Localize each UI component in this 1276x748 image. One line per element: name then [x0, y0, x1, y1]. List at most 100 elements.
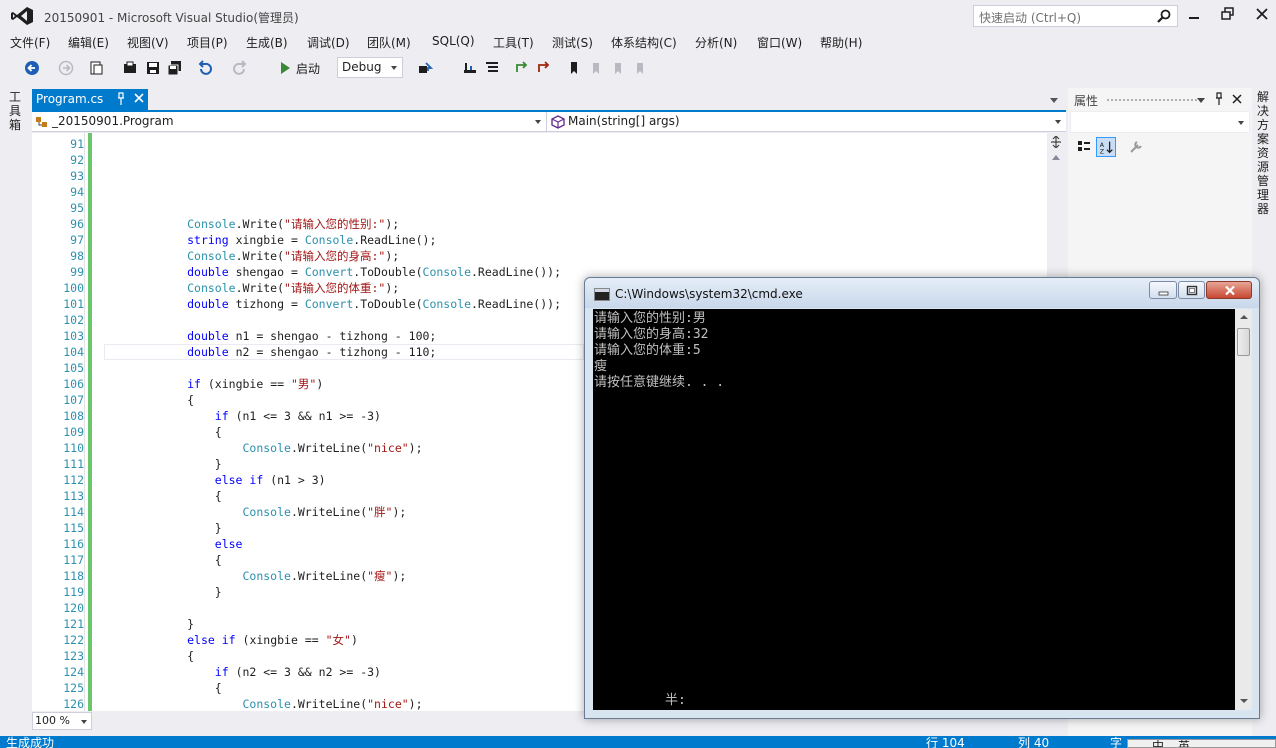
zoom-select[interactable]: 100 % — [32, 712, 92, 730]
next-bookmark-icon[interactable] — [610, 60, 626, 76]
menu-analyze[interactable]: 分析(N) — [695, 34, 737, 51]
attach-icon[interactable] — [417, 60, 433, 76]
menu-debug[interactable]: 调试(D) — [307, 34, 350, 51]
member-combo[interactable]: Main(string[] args) — [548, 112, 1066, 131]
categorized-icon[interactable] — [1074, 137, 1094, 157]
chevron-down-icon — [535, 120, 541, 124]
menu-help[interactable]: 帮助(H) — [820, 34, 862, 51]
console-vertical-scrollbar[interactable] — [1235, 309, 1252, 710]
code-line: { — [104, 425, 222, 439]
bookmark-icon[interactable] — [566, 60, 582, 76]
console-minimize-button[interactable] — [1149, 281, 1177, 299]
menu-view[interactable]: 视图(V) — [127, 34, 169, 51]
change-tracking-bar — [88, 133, 92, 711]
prev-bookmark-icon[interactable] — [588, 60, 604, 76]
line-number: 111 — [63, 457, 84, 471]
code-line: Console.WriteLine("瘦"); — [242, 569, 407, 583]
pin-icon[interactable] — [1214, 92, 1224, 106]
menu-tools[interactable]: 工具(T) — [493, 34, 534, 51]
line-number: 108 — [63, 409, 84, 423]
ime-english[interactable]: 英 — [1178, 740, 1190, 747]
menu-edit[interactable]: 编辑(E) — [68, 34, 109, 51]
panel-grip[interactable] — [1106, 98, 1198, 103]
string-token: "请输入您的身高:" — [284, 249, 386, 263]
line-number: 126 — [63, 697, 84, 711]
line-number: 119 — [63, 585, 84, 599]
scroll-up-icon[interactable] — [1052, 155, 1060, 160]
class-combo[interactable]: _20150901.Program — [32, 112, 547, 131]
menu-team[interactable]: 团队(M) — [367, 34, 411, 51]
minimize-icon[interactable] — [1186, 6, 1202, 22]
menu-build[interactable]: 生成(B) — [246, 34, 288, 51]
code-line: string xingbie = Console.ReadLine(); — [187, 233, 437, 247]
menu-test[interactable]: 测试(S) — [552, 34, 593, 51]
tab-program-cs[interactable]: Program.cs — [32, 89, 148, 110]
properties-object-select[interactable] — [1070, 111, 1250, 133]
line-number: 103 — [63, 329, 84, 343]
code-line: double shengao = Convert.ToDouble(Consol… — [187, 265, 562, 279]
quick-launch-input[interactable]: 快速启动 (Ctrl+Q) — [973, 5, 1178, 27]
property-pages-icon[interactable] — [1126, 137, 1146, 157]
menu-file[interactable]: 文件(F) — [10, 34, 50, 51]
start-debugging-icon[interactable] — [277, 60, 293, 76]
gutter-separator — [84, 133, 85, 711]
line-number: 110 — [63, 441, 84, 455]
step-over-icon[interactable] — [536, 60, 552, 76]
alphabetical-icon[interactable]: AZ — [1096, 137, 1116, 157]
menu-sql[interactable]: SQL(Q) — [432, 34, 475, 48]
console-line: 瘦 — [594, 359, 608, 374]
ime-chinese[interactable]: 中 — [1152, 740, 1164, 747]
close-icon[interactable] — [1254, 6, 1270, 22]
toolbox-tab[interactable]: 工具箱 — [9, 90, 23, 132]
type-token: Convert — [304, 265, 354, 279]
menu-project[interactable]: 项目(P) — [187, 34, 228, 51]
console-title-bar[interactable]: C:\Windows\system32\cmd.exe — [585, 278, 1259, 308]
string-token: "请输入您的体重:" — [284, 281, 386, 295]
console-line: 请输入您的体重:5 — [594, 343, 701, 358]
console-output[interactable]: 请输入您的性别:男 请输入您的身高:32 请输入您的体重:5 瘦 请按任意键继续… — [593, 309, 1235, 710]
menu-architecture[interactable]: 体系结构(C) — [611, 34, 677, 51]
open-file-icon[interactable] — [122, 60, 138, 76]
new-project-icon[interactable] — [88, 60, 104, 76]
close-icon[interactable] — [1232, 94, 1242, 104]
solution-configuration-select[interactable]: Debug — [337, 57, 403, 78]
solution-explorer-tab[interactable]: 解决方案资源管理器 — [1257, 90, 1271, 216]
step-into-icon[interactable] — [514, 60, 530, 76]
close-tab-icon[interactable] — [134, 93, 144, 103]
tab-overflow-icon[interactable] — [1050, 98, 1058, 103]
code-line: { — [104, 681, 222, 695]
close-icon — [1225, 285, 1235, 296]
start-button-label[interactable]: 启动 — [296, 60, 320, 77]
menu-window[interactable]: 窗口(W) — [757, 34, 802, 51]
panel-menu-icon[interactable] — [1197, 98, 1205, 103]
chevron-down-icon — [81, 720, 87, 724]
pin-icon[interactable] — [116, 92, 126, 106]
outline-icon[interactable] — [484, 60, 500, 76]
save-all-icon[interactable] — [167, 60, 183, 76]
maximize-icon — [1186, 285, 1198, 296]
console-window[interactable]: C:\Windows\system32\cmd.exe 请输入您的性别:男 请输… — [584, 277, 1260, 719]
forward-icon[interactable] — [58, 60, 74, 76]
line-number: 99 — [70, 265, 84, 279]
type-token: Console — [187, 217, 236, 231]
redo-icon[interactable] — [232, 60, 248, 76]
string-token: "胖" — [367, 505, 393, 519]
ime-toolbar[interactable]: 中 英 — [1127, 739, 1276, 748]
clear-bookmarks-icon[interactable] — [632, 60, 648, 76]
scroll-down-icon[interactable] — [1240, 699, 1248, 703]
undo-icon[interactable] — [197, 60, 213, 76]
back-icon[interactable] — [24, 60, 40, 76]
scroll-thumb[interactable] — [1237, 328, 1250, 356]
restore-icon[interactable] — [1220, 6, 1236, 22]
properties-title: 属性 — [1074, 94, 1099, 108]
line-number: 123 — [63, 649, 84, 663]
console-maximize-button[interactable] — [1178, 281, 1205, 299]
save-icon[interactable] — [145, 60, 161, 76]
keyword-token: if — [214, 665, 229, 679]
console-close-button[interactable] — [1206, 281, 1252, 299]
split-handle-icon[interactable] — [1050, 136, 1062, 148]
code-line: double n2 = shengao - tizhong - 110; — [187, 345, 437, 359]
find-icon[interactable] — [462, 60, 478, 76]
scroll-up-icon[interactable] — [1240, 315, 1248, 319]
line-number: 105 — [63, 361, 84, 375]
